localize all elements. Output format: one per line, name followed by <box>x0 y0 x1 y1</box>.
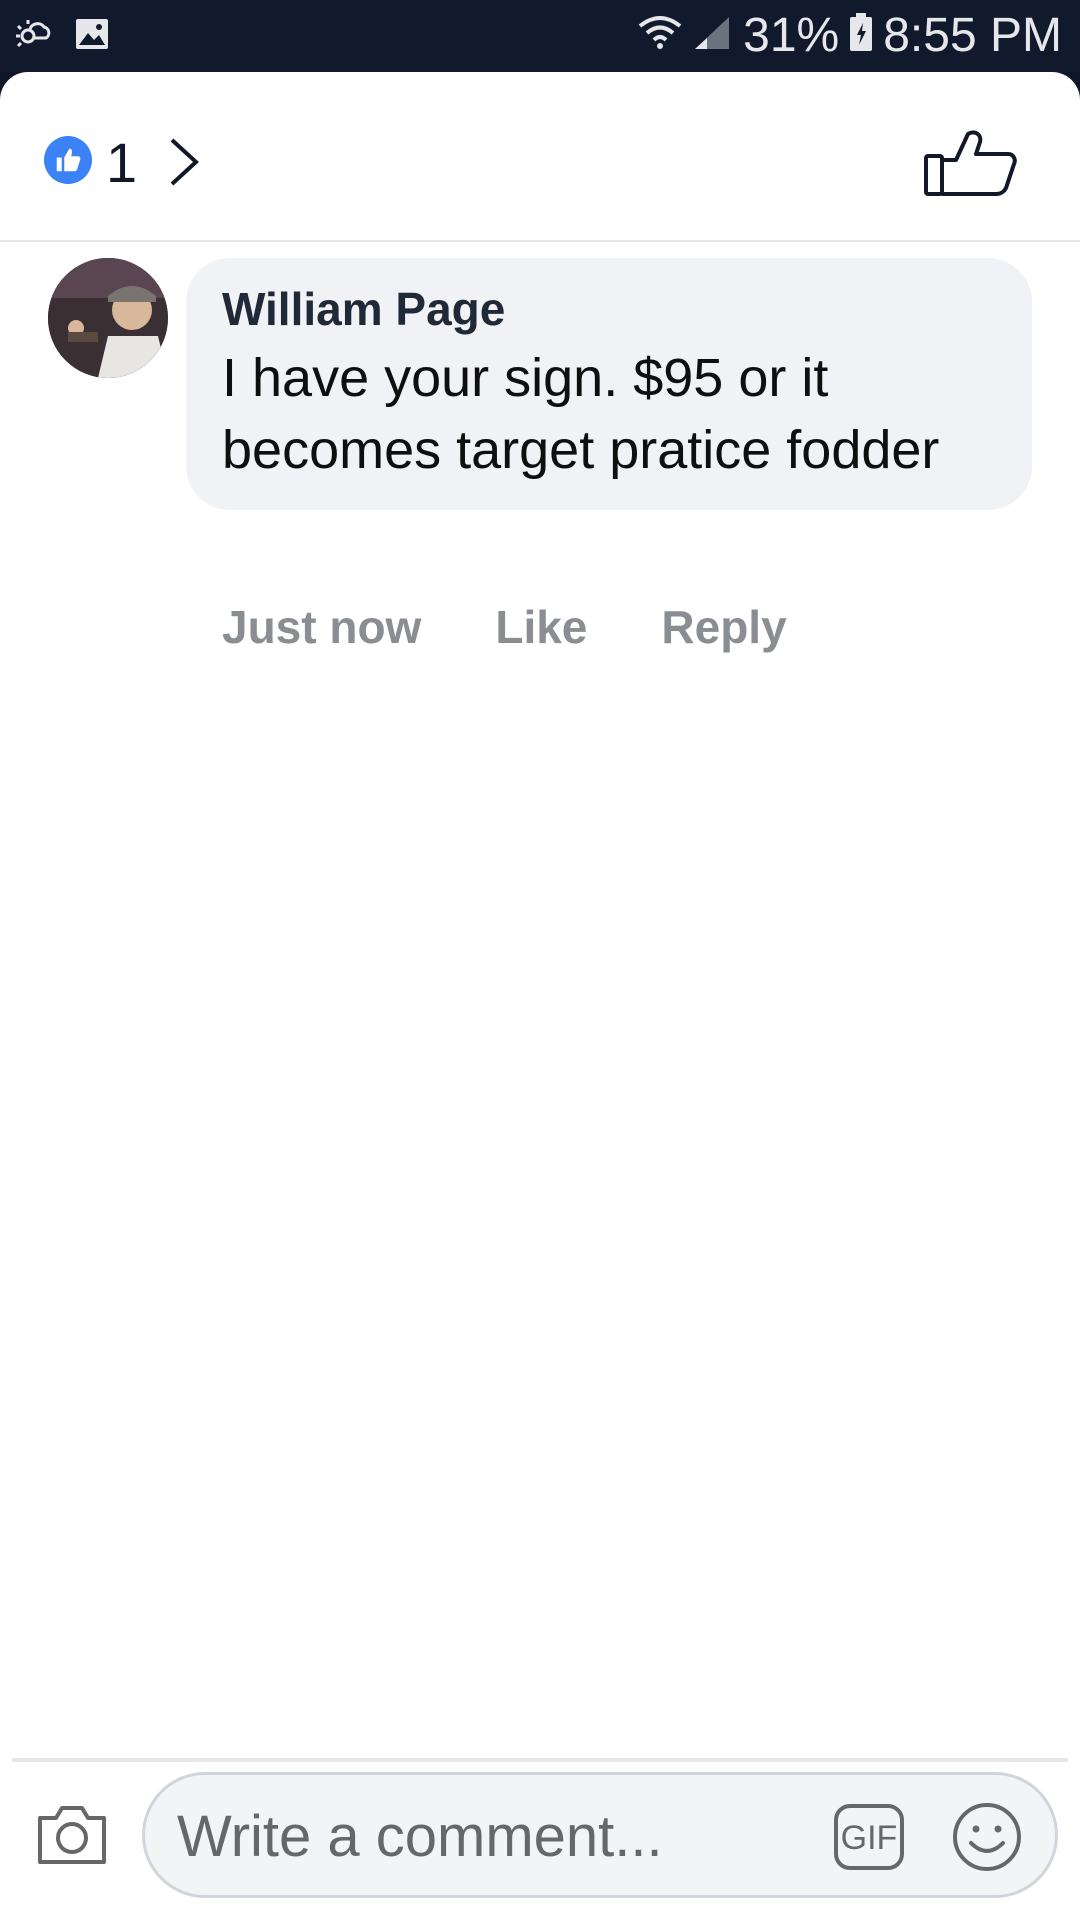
gif-icon[interactable]: GIF <box>833 1803 905 1876</box>
like-badge-icon <box>44 136 92 184</box>
clock: 8:55 PM <box>883 9 1062 62</box>
wifi-icon <box>637 15 683 56</box>
reactions-header[interactable]: 1 <box>0 72 1080 242</box>
battery-percent: 31% <box>743 9 840 62</box>
status-bar: 31% 8:55 PM <box>0 0 1080 72</box>
emoji-icon[interactable] <box>951 1801 1023 1878</box>
status-left <box>12 16 110 57</box>
composer-divider <box>12 1758 1068 1762</box>
comment-actions: Just now Like Reply <box>222 600 787 654</box>
camera-icon[interactable] <box>36 1802 108 1871</box>
comment-reply-button[interactable]: Reply <box>661 600 786 654</box>
like-outline-icon[interactable] <box>924 128 1020 203</box>
comment-bubble[interactable]: William Page I have your sign. $95 or it… <box>186 258 1032 510</box>
like-count: 1 <box>106 131 138 194</box>
weather-icon <box>12 16 52 57</box>
comment-timestamp: Just now <box>222 601 422 653</box>
image-icon <box>74 17 110 56</box>
comments-sheet: 1 William Page I have your sign. $95 or … <box>0 72 1080 1920</box>
signal-icon <box>693 15 733 56</box>
comment-text: I have your sign. $95 or it becomes targ… <box>222 348 940 480</box>
avatar[interactable] <box>48 258 168 378</box>
chevron-right-icon[interactable] <box>168 136 200 193</box>
comment-input-placeholder: Write a comment... <box>177 1804 663 1869</box>
comment-author[interactable]: William Page <box>222 278 996 340</box>
comment-like-button[interactable]: Like <box>495 600 587 654</box>
status-right: 31% 8:55 PM <box>637 8 1062 63</box>
battery-icon <box>849 13 873 58</box>
gif-label: GIF <box>841 1819 898 1857</box>
comment-input[interactable]: Write a comment... GIF <box>142 1772 1058 1898</box>
